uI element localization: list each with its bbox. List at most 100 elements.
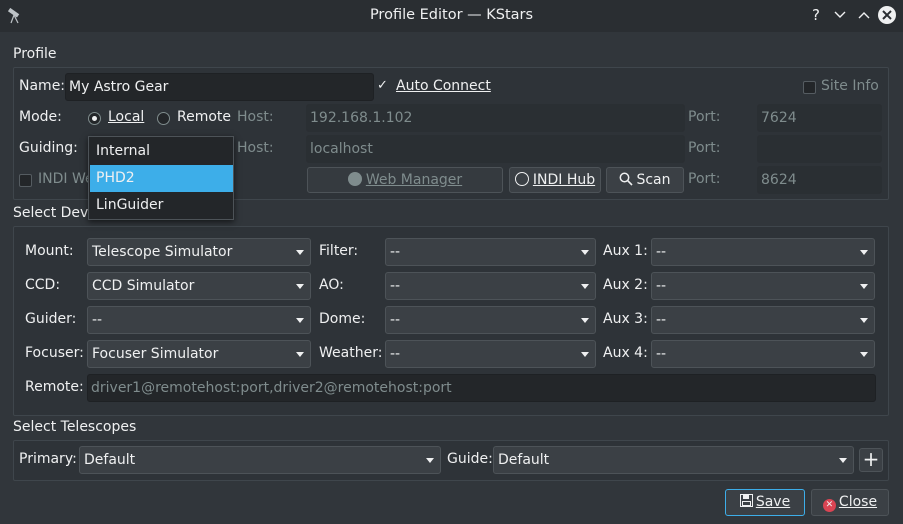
aux4-combo[interactable]: -- — [651, 340, 875, 368]
primary-telescope-value: Default — [84, 452, 136, 468]
devices-section-label: Select Devi — [13, 205, 93, 221]
save-button[interactable]: Save — [725, 489, 805, 516]
guide-telescope-value: Default — [498, 452, 550, 468]
web-manager-label: Web Manager — [365, 172, 463, 188]
chevron-down-icon — [860, 318, 868, 323]
site-info-checkbox[interactable] — [803, 81, 816, 94]
close-icon: ✕ — [822, 499, 836, 512]
chevron-down-icon — [581, 318, 589, 323]
indi-hub-label: INDI Hub — [532, 172, 596, 188]
ao-value: -- — [390, 278, 401, 294]
aux3-value: -- — [656, 312, 667, 328]
guider-label: Guider: — [25, 311, 77, 327]
web-port-input[interactable]: 8624 — [757, 166, 882, 194]
guiding-option-linguider[interactable]: LinGuider — [90, 192, 233, 219]
name-label: Name: — [19, 78, 66, 94]
mode-local-label[interactable]: Local — [108, 109, 144, 125]
chevron-down-icon — [581, 250, 589, 255]
mode-label: Mode: — [19, 109, 62, 125]
mount-combo[interactable]: Telescope Simulator — [87, 238, 311, 266]
indi-hub-icon — [514, 172, 529, 186]
site-info-label[interactable]: Site Info — [821, 78, 879, 94]
dome-value: -- — [390, 312, 401, 328]
aux3-label: Aux 3: — [603, 311, 648, 327]
profile-section-label: Profile — [13, 46, 57, 62]
filter-combo[interactable]: -- — [385, 238, 596, 266]
scan-button[interactable]: Scan — [606, 167, 684, 193]
scan-label: Scan — [636, 172, 671, 188]
indi-web-checkbox[interactable] — [19, 174, 32, 187]
add-telescope-button[interactable]: + — [859, 448, 883, 472]
chevron-down-icon — [296, 250, 304, 255]
save-icon — [739, 494, 753, 507]
aux3-combo[interactable]: -- — [651, 306, 875, 334]
guiding-option-internal[interactable]: Internal — [90, 138, 233, 165]
mode-remote-radio[interactable] — [157, 112, 170, 125]
profile-name-input[interactable]: My Astro Gear — [65, 73, 374, 101]
window-close-button[interactable] — [878, 6, 896, 24]
chevron-down-icon — [860, 250, 868, 255]
search-icon — [620, 172, 634, 186]
mode-remote-label[interactable]: Remote — [177, 109, 231, 125]
guiding-port-input[interactable] — [757, 135, 882, 163]
port-input[interactable]: 7624 — [757, 104, 882, 132]
aux2-value: -- — [656, 278, 667, 294]
maximize-button[interactable] — [853, 0, 875, 30]
chevron-down-icon — [860, 284, 868, 289]
chevron-down-icon — [860, 352, 868, 357]
indi-web-label[interactable]: INDI We — [38, 171, 94, 187]
chevron-down-icon — [296, 318, 304, 323]
filter-label: Filter: — [319, 243, 359, 259]
guider-value: -- — [92, 312, 103, 328]
chevron-down-icon — [581, 352, 589, 357]
guiding-host-label: Host: — [237, 140, 274, 156]
save-label: Save — [755, 494, 791, 510]
minimize-button[interactable] — [829, 0, 851, 30]
aux4-label: Aux 4: — [603, 345, 648, 361]
auto-connect-checkbox[interactable]: ✓ — [377, 78, 391, 94]
ao-combo[interactable]: -- — [385, 272, 596, 300]
guiding-option-phd2[interactable]: PHD2 — [90, 165, 233, 192]
weather-value: -- — [390, 346, 401, 362]
guiding-host-input[interactable]: localhost — [306, 135, 685, 163]
host-input[interactable]: 192.168.1.102 — [306, 104, 685, 132]
aux4-value: -- — [656, 346, 667, 362]
mount-label: Mount: — [25, 243, 74, 259]
guide-telescope-combo[interactable]: Default — [493, 446, 854, 474]
primary-label: Primary: — [19, 451, 77, 467]
ccd-value: CCD Simulator — [92, 278, 195, 294]
guider-combo[interactable]: -- — [87, 306, 311, 334]
remote-drivers-input[interactable]: driver1@remotehost:port,driver2@remoteho… — [87, 374, 876, 402]
window-title: Profile Editor — KStars — [369, 7, 534, 23]
guide-label: Guide: — [447, 451, 493, 467]
aux1-label: Aux 1: — [603, 243, 648, 259]
chevron-down-icon — [839, 458, 847, 463]
chevron-down-icon — [296, 352, 304, 357]
mode-local-radio[interactable] — [88, 112, 101, 125]
host-label: Host: — [237, 109, 274, 125]
auto-connect-label[interactable]: Auto Connect — [396, 78, 491, 94]
ao-label: AO: — [319, 277, 344, 293]
indi-hub-button[interactable]: INDI Hub — [509, 167, 601, 193]
aux2-combo[interactable]: -- — [651, 272, 875, 300]
weather-combo[interactable]: -- — [385, 340, 596, 368]
aux1-combo[interactable]: -- — [651, 238, 875, 266]
dome-combo[interactable]: -- — [385, 306, 596, 334]
focuser-combo[interactable]: Focuser Simulator — [87, 340, 311, 368]
close-button[interactable]: ✕ Close — [811, 489, 889, 516]
primary-telescope-combo[interactable]: Default — [79, 446, 441, 474]
port-label: Port: — [688, 109, 721, 125]
web-port-label: Port: — [688, 171, 721, 187]
guiding-port-label: Port: — [688, 140, 721, 156]
focuser-label: Focuser: — [25, 345, 84, 361]
globe-icon — [347, 172, 362, 186]
dome-label: Dome: — [319, 311, 366, 327]
aux1-value: -- — [656, 244, 667, 260]
aux2-label: Aux 2: — [603, 277, 648, 293]
ccd-combo[interactable]: CCD Simulator — [87, 272, 311, 300]
telescopes-section-label: Select Telescopes — [13, 419, 137, 435]
web-manager-button[interactable]: Web Manager — [307, 167, 503, 193]
chevron-down-icon — [296, 284, 304, 289]
help-button[interactable]: ? — [805, 0, 827, 30]
focuser-value: Focuser Simulator — [92, 346, 219, 362]
